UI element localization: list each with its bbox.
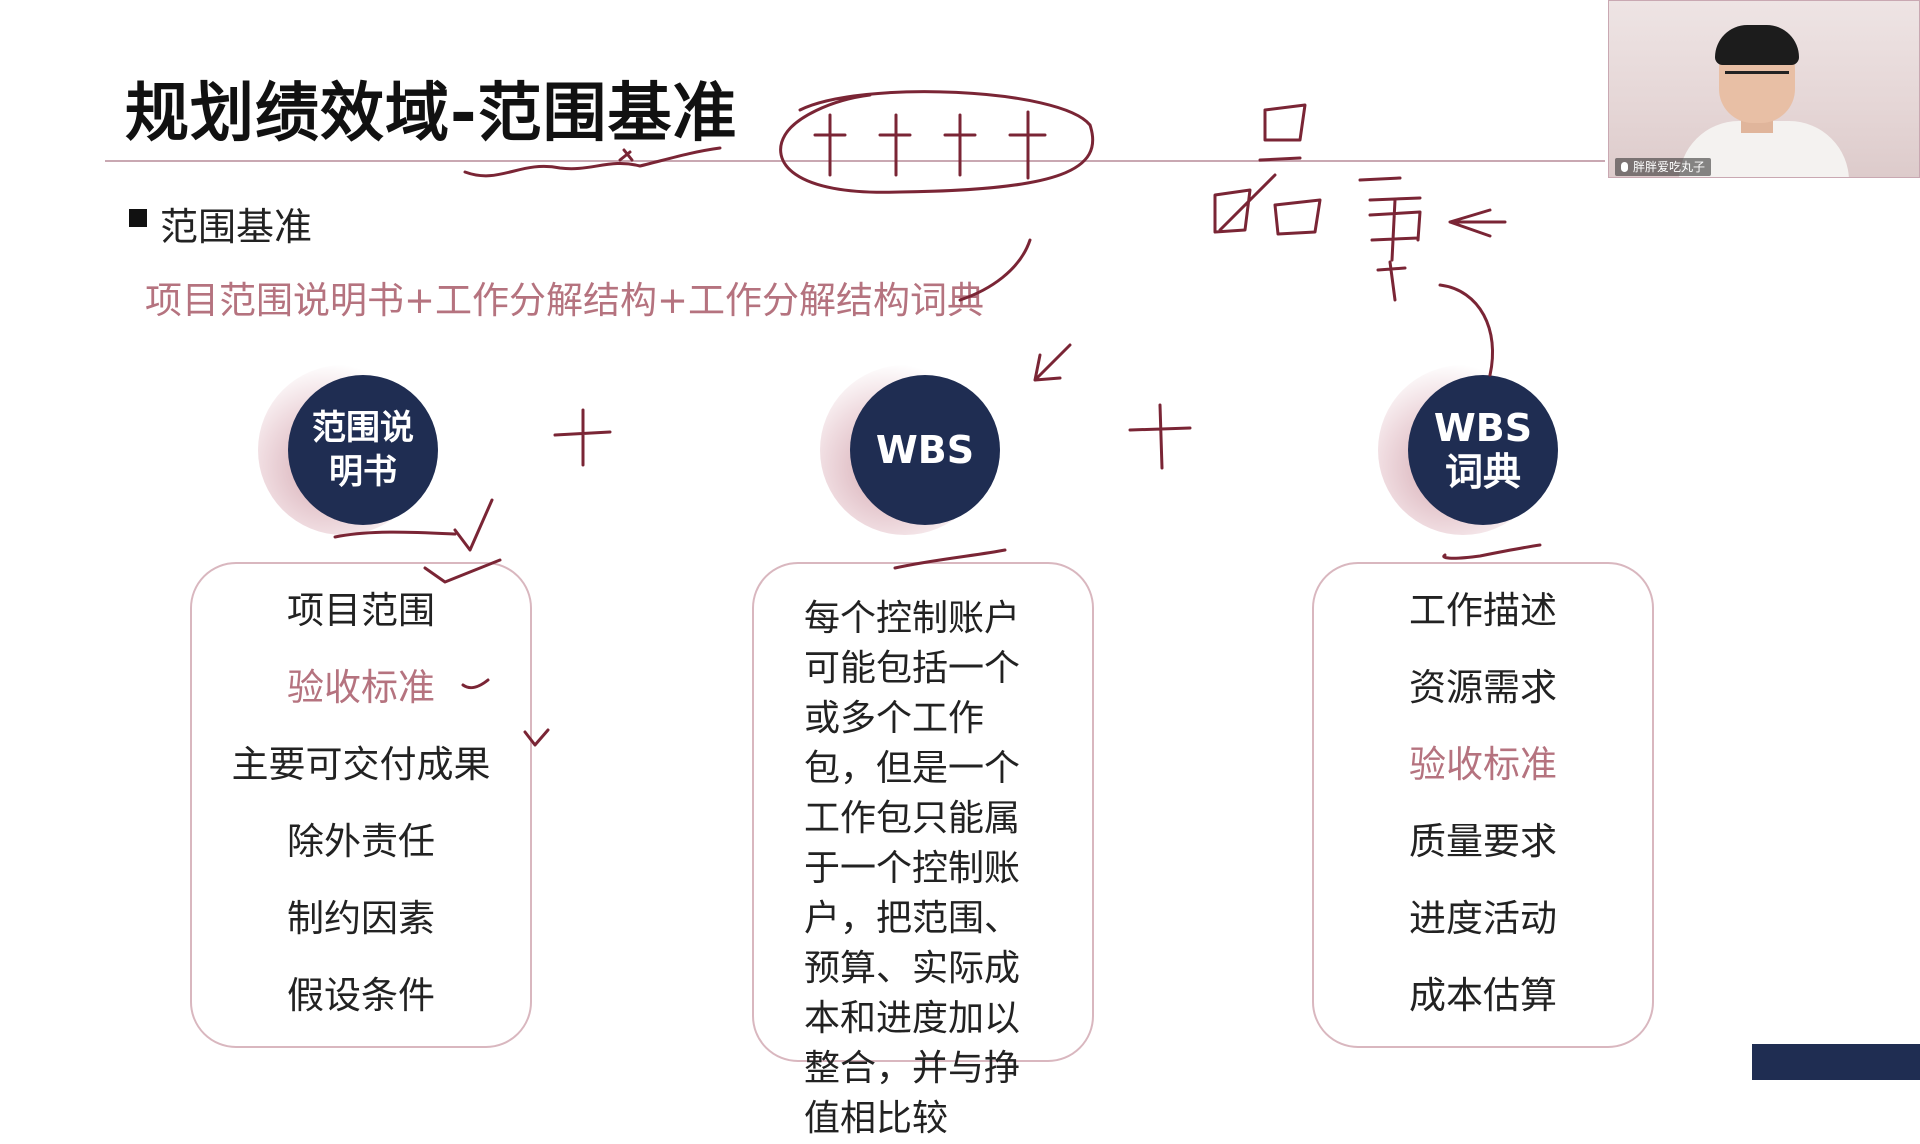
list-item: 验收标准 [287,666,435,709]
scope-statement-circle-label: 范围说 明书 [288,375,438,525]
list-item: 成本估算 [1409,974,1557,1017]
webcam-overlay[interactable]: 胖胖爱吃丸子 [1608,0,1920,178]
scope-statement-badge: 范围说 明书 [258,365,438,535]
wbs-dictionary-badge: WBS 词典 [1378,365,1558,535]
wbs-description: 每个控制账户可能包括一个或多个工作包，但是一个工作包只能属于一个控制账户，把范围… [804,598,1021,1139]
list-item: 项目范围 [287,589,435,632]
list-item: 验收标准 [1409,743,1557,786]
list-item: 工作描述 [1409,589,1557,632]
scope-baseline-formula: 项目范围说明书+工作分解结构+工作分解结构词典 [145,279,985,322]
bullet-square-icon [129,209,147,227]
scope-statement-card: 项目范围 验收标准 主要可交付成果 除外责任 制约因素 假设条件 [190,562,532,1048]
presenter-glasses [1725,71,1789,84]
microphone-icon [1621,162,1628,172]
bullet-heading: 范围基准 [160,205,313,249]
scope-statement-list: 项目范围 验收标准 主要可交付成果 除外责任 制约因素 假设条件 [192,564,530,1034]
list-item: 除外责任 [287,820,435,863]
slide-title: 规划绩效域-范围基准 [125,77,738,151]
list-item: 质量要求 [1409,820,1557,863]
participant-name: 胖胖爱吃丸子 [1633,160,1706,174]
list-item: 资源需求 [1409,666,1557,709]
wbs-dictionary-circle-label: WBS 词典 [1408,375,1558,525]
wbs-badge: WBS [820,365,1000,535]
title-divider [105,160,1605,162]
list-item: 主要可交付成果 [231,743,491,786]
wbs-dictionary-card: 工作描述 资源需求 验收标准 质量要求 进度活动 成本估算 [1312,562,1654,1048]
wbs-card: 每个控制账户可能包括一个或多个工作包，但是一个工作包只能属于一个控制账户，把范围… [752,562,1094,1139]
slide-corner-accent [1752,1044,1920,1080]
participant-name-tag: 胖胖爱吃丸子 [1615,158,1712,176]
wbs-dictionary-list: 工作描述 资源需求 验收标准 质量要求 进度活动 成本估算 [1314,564,1652,1034]
wbs-circle-label: WBS [850,375,1000,525]
list-item: 假设条件 [287,974,435,1017]
presenter-hair [1715,25,1799,65]
list-item: 制约因素 [287,897,435,940]
list-item: 进度活动 [1409,897,1557,940]
